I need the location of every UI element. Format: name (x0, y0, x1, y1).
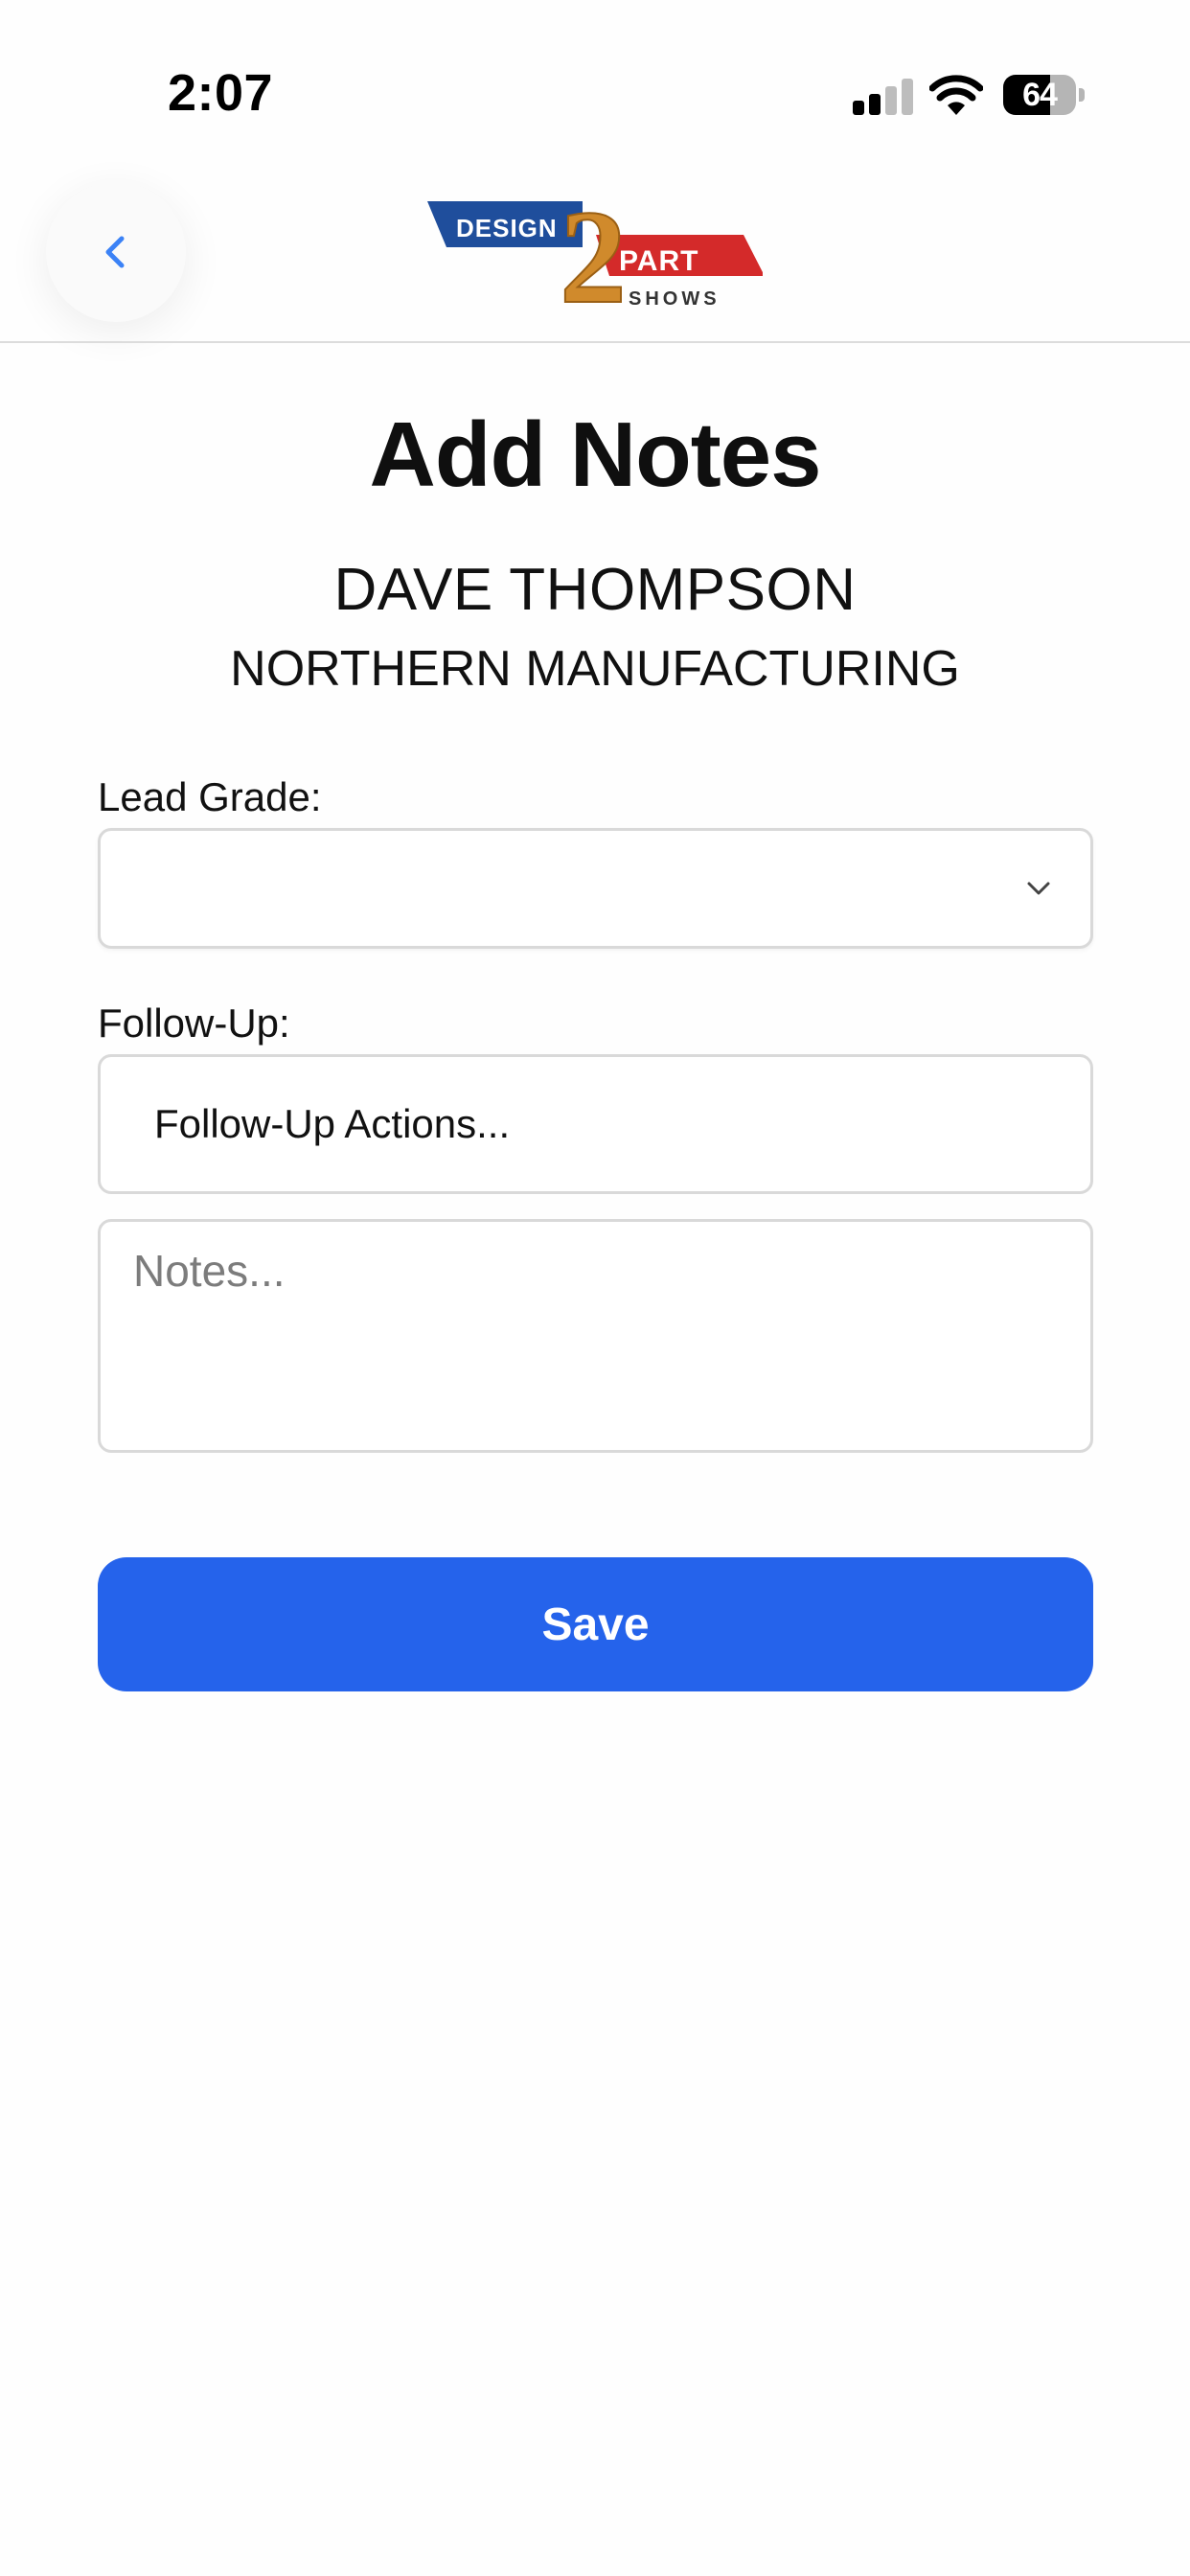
save-button[interactable]: Save (98, 1557, 1093, 1691)
battery-percent: 64 (1022, 77, 1058, 113)
battery-icon: 64 (1003, 75, 1076, 115)
follow-up-label: Follow-Up: (98, 1000, 290, 1046)
svg-text:PART: PART (619, 245, 698, 277)
svg-text:SHOWS: SHOWS (629, 288, 721, 310)
page-title: Add Notes (369, 403, 822, 506)
header-divider (0, 341, 1190, 343)
svg-text:2: 2 (560, 183, 627, 311)
cellular-signal-icon (853, 77, 913, 115)
status-time: 2:07 (168, 64, 274, 122)
follow-up-value: Follow-Up Actions... (154, 1101, 511, 1146)
notes-textarea[interactable] (98, 1219, 1093, 1453)
contact-name: DAVE THOMPSON (333, 557, 857, 623)
lead-grade-label: Lead Grade: (98, 774, 322, 819)
lead-grade-select[interactable] (98, 828, 1093, 949)
status-bar: 2:07 64 (0, 0, 1190, 182)
design-2-part-shows-logo: DESIGN PART SHOWS 2 (427, 182, 765, 333)
chevron-left-icon (105, 236, 125, 268)
company-name: NORTHERN MANUFACTURING (230, 641, 960, 697)
chevron-down-icon (1027, 882, 1050, 895)
add-notes-screen: 2:07 64 DESIGN PART SHOWS 2 Add Notes DA… (0, 0, 1190, 2576)
follow-up-select[interactable]: Follow-Up Actions... (98, 1054, 1093, 1194)
svg-text:DESIGN: DESIGN (456, 214, 558, 242)
back-button[interactable] (46, 182, 186, 322)
battery-cap (1079, 88, 1085, 102)
wifi-icon (928, 75, 984, 115)
